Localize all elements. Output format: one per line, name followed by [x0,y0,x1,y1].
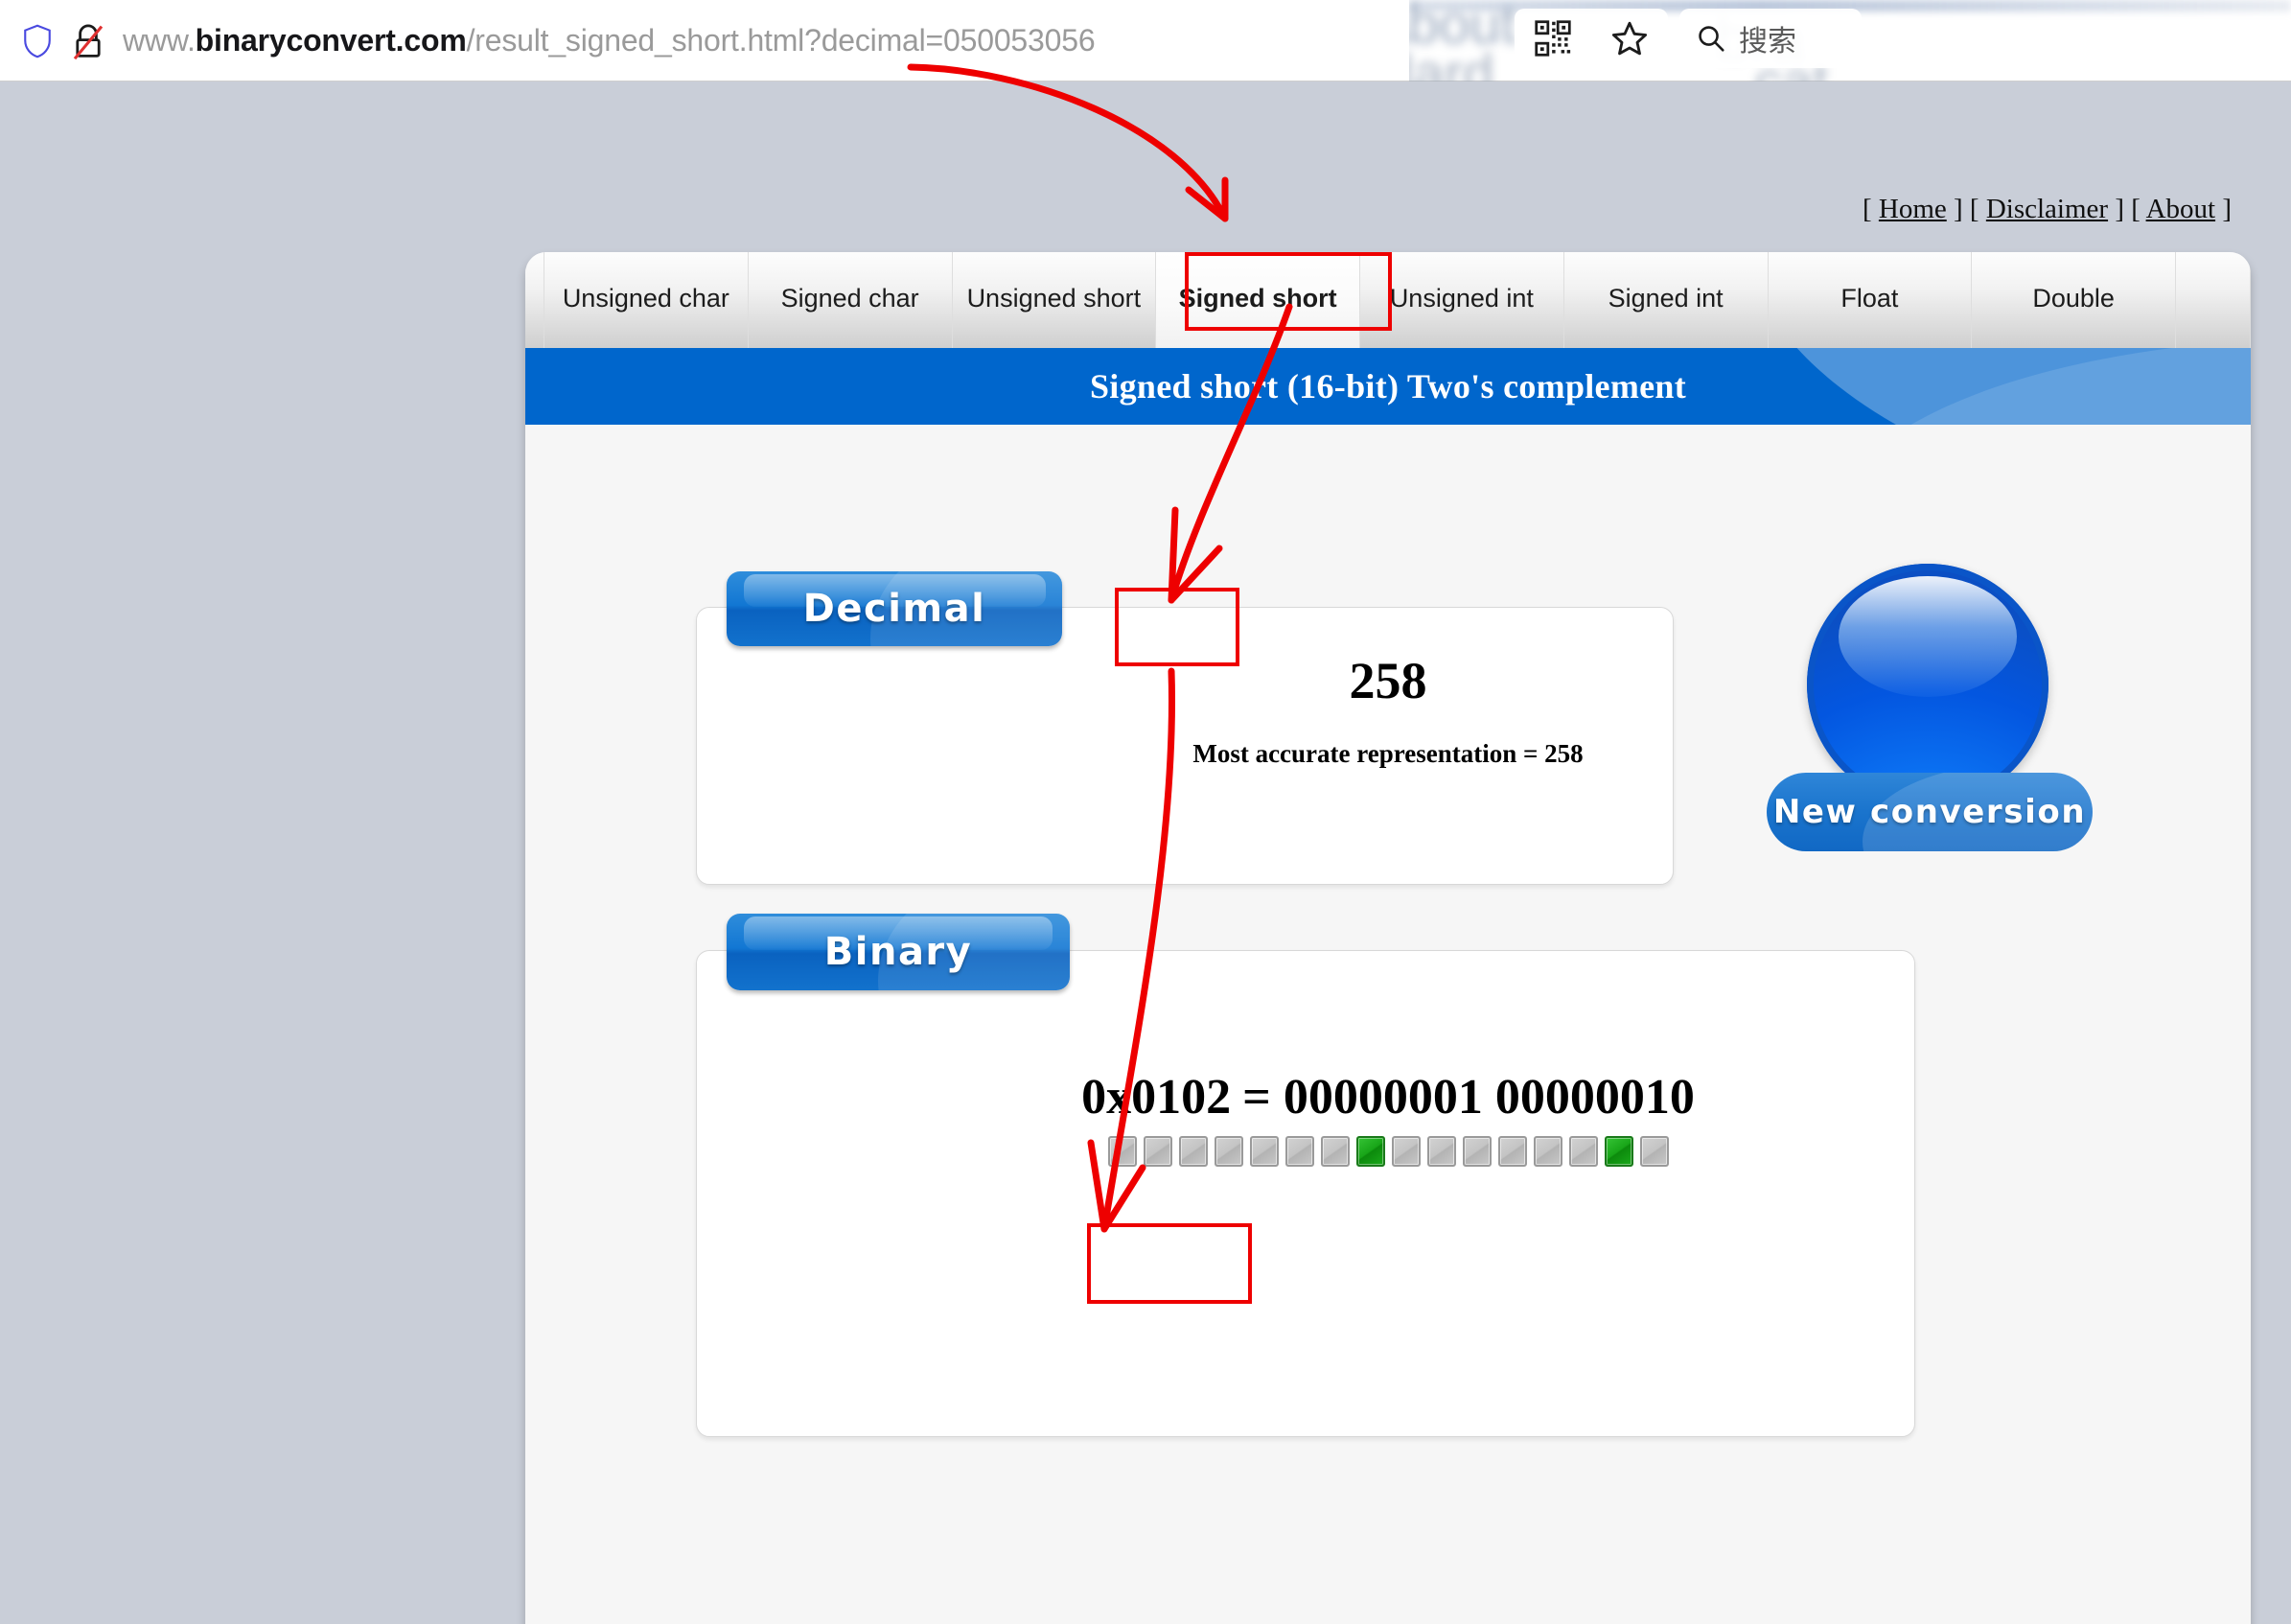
bit-indicator-11 [1497,1136,1527,1167]
hex-value: 0x0102 [1081,1070,1232,1125]
web-page-body: [ Home ] [ Disclaimer ] [ About ] Unsign… [0,81,2291,1624]
bit-indicator-10 [1462,1136,1492,1167]
annotation-highlight-hex [1087,1223,1252,1304]
tab-unsigned-char[interactable]: Unsigned char [544,252,749,348]
bit-indicator-7 [1355,1136,1385,1167]
nav-link-disclaimer[interactable]: Disclaimer [1986,194,2108,224]
bit-indicator-12 [1533,1136,1562,1167]
bracket-open-disclaimer: [ [1969,194,1979,224]
ghost-text-c: ndard [1409,43,1494,81]
tab-label: Unsigned int [1389,283,1534,313]
permissions-blocked-icon[interactable] [69,21,107,61]
tab-label: Signed int [1608,283,1724,313]
decimal-section-label: Decimal [727,571,1062,646]
page-title-banner: Signed short (16-bit) Two's complement [525,348,2251,425]
tab-label: Unsigned char [562,283,729,313]
bit-indicator-8 [1391,1136,1421,1167]
tab-signed-char[interactable]: Signed char [748,252,953,348]
bit-indicator-9 [1426,1136,1456,1167]
breadcrumb: [ Home ] [ Disclaimer ] [ About ] [1863,194,2232,225]
bracket-close-about: ] [2222,194,2232,224]
bracket-open-home: [ [1862,194,1872,224]
sphere-gloss [1838,575,2018,697]
nav-link-home[interactable]: Home [1879,194,1947,224]
tab-float[interactable]: Float [1768,252,1973,348]
bit-indicator-13 [1568,1136,1598,1167]
bit-indicator-15 [1639,1136,1669,1167]
binary-representation: 0x0102 = 00000001 00000010 [525,1069,2251,1125]
bit-indicator-row [525,1136,2251,1167]
tab-label: Signed char [780,283,919,313]
url-prefix: www. [123,23,196,58]
binary-card [696,950,1915,1437]
blue-sphere-icon [1807,564,2048,805]
browser-toolbar: About bra ndard cat www.binaryconvert.co… [0,0,2291,81]
bookmark-star-icon[interactable] [1610,19,1649,58]
new-conversion-label[interactable]: New conversion [1767,773,2093,851]
binary-label-text: Binary [823,930,973,974]
bit-indicator-1 [1143,1136,1172,1167]
binary-bits-text: 00000001 00000010 [1283,1070,1695,1125]
bit-indicator-6 [1320,1136,1350,1167]
tab-strip-lead [525,252,544,348]
tab-signed-int[interactable]: Signed int [1563,252,1769,348]
new-conversion-label-text: New conversion [1772,793,2087,831]
bracket-close-disclaimer: ] [2115,194,2124,224]
url-domain: binaryconvert.com [195,23,467,58]
bracket-open-about: [ [2131,194,2141,224]
search-icon [1699,26,1724,52]
bit-indicator-14 [1604,1136,1633,1167]
decimal-label-text: Decimal [802,587,986,631]
search-input[interactable]: 搜索 [1679,9,1862,68]
qr-code-icon[interactable] [1534,20,1571,57]
bit-indicator-0 [1107,1136,1137,1167]
bracket-close-home: ] [1954,194,1963,224]
url-path: /result_signed_short.html?decimal=050053… [466,23,1096,58]
bit-indicator-3 [1214,1136,1243,1167]
nav-link-about[interactable]: About [2146,194,2216,224]
page-title: Signed short (16-bit) Two's complement [1089,367,1687,406]
tab-double[interactable]: Double [1972,252,2176,348]
search-placeholder: 搜索 [1739,25,1796,58]
annotation-highlight-tab [1185,252,1392,331]
converter-panel: Unsigned char Signed char Unsigned short… [525,252,2251,1624]
bit-indicator-4 [1249,1136,1279,1167]
tab-label: Unsigned short [966,283,1142,313]
bit-indicator-5 [1284,1136,1314,1167]
annotation-highlight-decimal [1115,588,1239,666]
tab-label: Float [1840,283,1899,313]
tab-unsigned-short[interactable]: Unsigned short [952,252,1157,348]
tab-label: Double [2032,283,2115,313]
new-conversion-button[interactable]: New conversion [1767,564,2093,851]
address-bar-url[interactable]: www.binaryconvert.com/result_signed_shor… [123,19,1096,61]
tab-strip-trailing [2176,252,2251,348]
binary-section-label: Binary [727,914,1070,990]
equals-sign: = [1242,1070,1271,1125]
conversion-content: Decimal 258 Most accurate representation… [525,425,2251,1624]
shield-icon[interactable] [21,23,54,59]
screenshot-root: About bra ndard cat www.binaryconvert.co… [0,0,2291,1624]
toolbar-icon-group [1515,9,1668,68]
bit-indicator-2 [1178,1136,1208,1167]
